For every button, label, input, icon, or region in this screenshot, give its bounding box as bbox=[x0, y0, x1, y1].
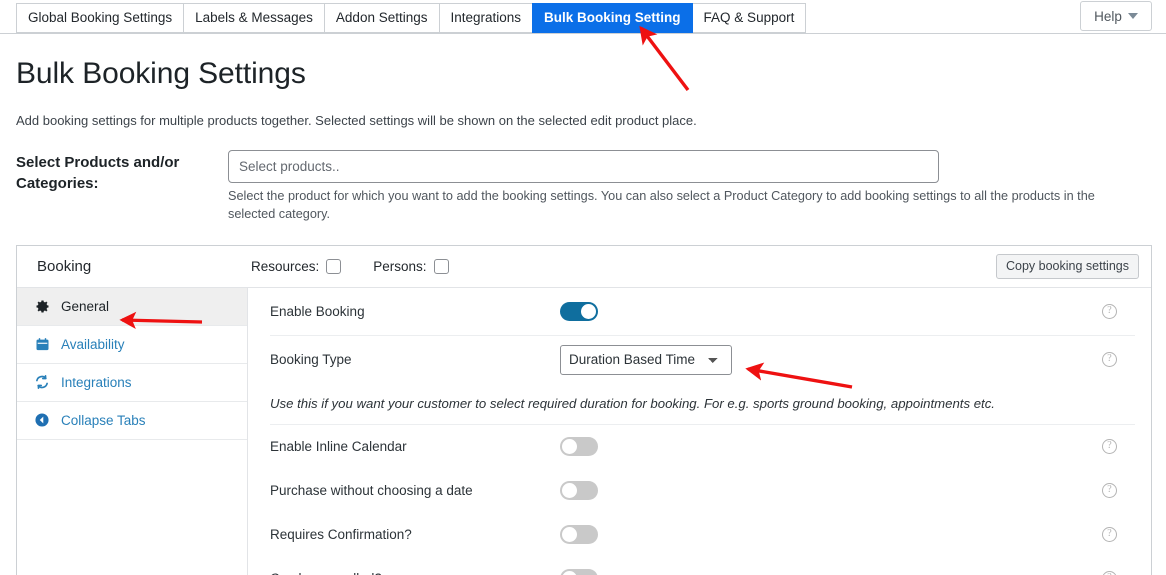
can-be-cancelled-label: Can be cancelled? bbox=[270, 571, 560, 575]
can-be-cancelled-control bbox=[560, 569, 840, 575]
sidebar-item-availability[interactable]: Availability bbox=[17, 326, 247, 364]
can-be-cancelled-toggle[interactable] bbox=[560, 569, 598, 575]
booking-type-control: Duration Based Time bbox=[560, 344, 840, 375]
tab-bar: Global Booking Settings Labels & Message… bbox=[0, 0, 1166, 34]
enable-booking-control bbox=[560, 301, 840, 321]
toggle-knob bbox=[562, 483, 577, 499]
purchase-without-date-label: Purchase without choosing a date bbox=[270, 483, 473, 499]
booking-panel-body: General Availability Integrations Collap… bbox=[17, 287, 1151, 575]
purchase-without-date-control bbox=[560, 481, 840, 501]
product-selector-help-text: Select the product for which you want to… bbox=[228, 189, 1095, 222]
product-selector-field-column: Select the product for which you want to… bbox=[228, 150, 1166, 224]
sync-icon bbox=[34, 374, 50, 390]
booking-sidebar: General Availability Integrations Collap… bbox=[17, 287, 248, 575]
sidebar-item-collapse-tabs-label: Collapse Tabs bbox=[61, 412, 146, 428]
product-selector-row: Select Products and/or Categories: Selec… bbox=[16, 150, 1166, 224]
row-booking-type: Booking Type Duration Based Time ? bbox=[270, 336, 1135, 384]
toggle-knob bbox=[562, 527, 577, 543]
purchase-without-date-help[interactable]: ? bbox=[1102, 483, 1135, 499]
question-mark-icon: ? bbox=[1102, 571, 1117, 575]
booking-panel-title: Booking bbox=[37, 257, 92, 275]
enable-booking-help[interactable]: ? bbox=[1102, 303, 1135, 319]
sidebar-item-general-label: General bbox=[61, 298, 110, 314]
persons-checkbox-group: Persons: bbox=[373, 258, 449, 274]
caret-down-icon bbox=[1127, 13, 1138, 19]
requires-confirmation-help[interactable]: ? bbox=[1102, 527, 1135, 543]
enable-booking-toggle[interactable] bbox=[560, 301, 598, 321]
row-enable-booking: Enable Booking ? bbox=[270, 288, 1135, 336]
enable-inline-calendar-help[interactable]: ? bbox=[1102, 439, 1135, 455]
question-mark-icon: ? bbox=[1102, 303, 1117, 319]
settings-content: Enable Booking ? Booking Type Duration B… bbox=[248, 288, 1151, 575]
calendar-icon bbox=[34, 336, 50, 352]
copy-booking-settings-button[interactable]: Copy booking settings bbox=[996, 253, 1139, 279]
sidebar-item-collapse-tabs[interactable]: Collapse Tabs bbox=[17, 402, 247, 440]
collapse-left-icon bbox=[34, 412, 50, 428]
booking-type-note: Use this if you want your customer to se… bbox=[270, 384, 1135, 425]
sidebar-item-integrations[interactable]: Integrations bbox=[17, 364, 247, 402]
row-purchase-without-date: Purchase without choosing a date ? bbox=[270, 469, 1135, 513]
resources-label: Resources: bbox=[251, 258, 320, 274]
tab-faq-support[interactable]: FAQ & Support bbox=[691, 3, 807, 33]
persons-label: Persons: bbox=[373, 258, 427, 274]
persons-checkbox[interactable] bbox=[433, 258, 449, 274]
tab-list: Global Booking Settings Labels & Message… bbox=[16, 3, 807, 33]
tab-bulk-booking-setting[interactable]: Bulk Booking Setting bbox=[532, 3, 693, 33]
help-button-label: Help bbox=[1094, 8, 1122, 24]
tab-global-booking-settings[interactable]: Global Booking Settings bbox=[16, 3, 185, 33]
enable-booking-label: Enable Booking bbox=[270, 303, 365, 319]
resources-checkbox[interactable] bbox=[326, 258, 342, 274]
booking-type-label: Booking Type bbox=[270, 352, 352, 368]
enable-inline-calendar-control bbox=[560, 437, 840, 457]
booking-panel: Booking Resources: Persons: Copy booking… bbox=[16, 244, 1152, 575]
question-mark-icon: ? bbox=[1102, 439, 1117, 455]
page-root: Global Booking Settings Labels & Message… bbox=[0, 0, 1166, 575]
gear-icon bbox=[34, 298, 50, 314]
page-title: Bulk Booking Settings bbox=[16, 57, 306, 90]
requires-confirmation-label: Requires Confirmation? bbox=[270, 527, 412, 543]
sidebar-item-availability-label: Availability bbox=[61, 336, 125, 352]
enable-inline-calendar-toggle[interactable] bbox=[560, 437, 598, 457]
sidebar-item-general[interactable]: General bbox=[17, 287, 247, 326]
tab-integrations[interactable]: Integrations bbox=[438, 3, 534, 33]
row-enable-inline-calendar: Enable Inline Calendar ? bbox=[270, 425, 1135, 469]
page-description: Add booking settings for multiple produc… bbox=[16, 113, 697, 128]
purchase-without-date-toggle[interactable] bbox=[560, 481, 598, 501]
sidebar-item-integrations-label: Integrations bbox=[61, 374, 132, 390]
resources-checkbox-group: Resources: bbox=[251, 258, 342, 274]
requires-confirmation-toggle[interactable] bbox=[560, 525, 598, 545]
row-can-be-cancelled: Can be cancelled? ? bbox=[270, 557, 1135, 575]
question-mark-icon: ? bbox=[1102, 483, 1117, 499]
select-products-input[interactable] bbox=[228, 150, 939, 183]
product-selector-label: Select Products and/or Categories: bbox=[16, 154, 180, 193]
help-button[interactable]: Help bbox=[1080, 1, 1152, 31]
toggle-knob bbox=[562, 439, 577, 455]
booking-type-select[interactable]: Duration Based Time bbox=[560, 344, 732, 375]
question-mark-icon: ? bbox=[1102, 352, 1117, 368]
can-be-cancelled-help[interactable]: ? bbox=[1102, 571, 1135, 575]
question-mark-icon: ? bbox=[1102, 527, 1117, 543]
toggle-knob bbox=[581, 303, 596, 319]
tab-addon-settings[interactable]: Addon Settings bbox=[323, 3, 440, 33]
booking-type-help[interactable]: ? bbox=[1102, 352, 1135, 368]
requires-confirmation-control bbox=[560, 525, 840, 545]
booking-panel-header: Booking Resources: Persons: Copy booking… bbox=[17, 246, 1151, 288]
row-requires-confirmation: Requires Confirmation? ? bbox=[270, 513, 1135, 557]
toggle-knob bbox=[562, 571, 577, 575]
enable-inline-calendar-label: Enable Inline Calendar bbox=[270, 439, 407, 455]
tab-labels-messages[interactable]: Labels & Messages bbox=[183, 3, 325, 33]
